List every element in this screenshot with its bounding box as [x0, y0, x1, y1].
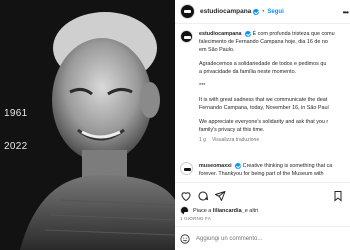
- likes-prefix: Piace a: [193, 207, 212, 214]
- comment-line: Creative thinking is something that ca: [242, 163, 333, 169]
- separator: •: [262, 8, 265, 15]
- caption-line: É com profunda tristeza que comu: [252, 31, 335, 37]
- caption-line: falecimento de Fernando Campana hoje, di…: [199, 39, 328, 45]
- follow-button[interactable]: Segui: [267, 9, 283, 15]
- birth-year: 1961: [4, 108, 28, 119]
- caption-line: ***: [199, 83, 206, 89]
- avatar[interactable]: [180, 4, 195, 19]
- post-photo[interactable]: 1961 2022: [0, 0, 175, 250]
- caption-line: It is with great sadness that we communi…: [199, 97, 328, 103]
- verified-icon: [253, 8, 260, 15]
- translation-link[interactable]: Visualizza traduzione: [212, 137, 259, 143]
- caption: estudiocampana É com profunda tristeza q…: [180, 30, 350, 143]
- action-bar: [175, 182, 350, 206]
- caption-line: Fernando Campana, today, November 16, in…: [199, 105, 329, 111]
- death-year: 2022: [4, 141, 28, 152]
- caption-time: 1 g: [199, 137, 206, 143]
- verified-icon: [235, 162, 242, 169]
- comment: museomaxxi Creative thinking is somethin…: [180, 162, 350, 178]
- comment-line: forever. Thankyou for being part of the …: [199, 171, 324, 177]
- caption-line: em São Paulo.: [199, 47, 235, 53]
- emoji-icon[interactable]: [180, 233, 190, 244]
- comment-username[interactable]: museomaxxi: [199, 163, 232, 169]
- comment-box: [175, 226, 350, 250]
- post-panel: estudiocampana • Segui ••• estudiocampan…: [175, 0, 350, 250]
- caption-avatar[interactable]: [180, 30, 193, 43]
- liker-avatar[interactable]: [180, 206, 191, 215]
- likes-user[interactable]: liliancardia_: [213, 208, 245, 214]
- comment-avatar[interactable]: [180, 162, 193, 175]
- likes-row: Piace a liliancardia_ e altri: [180, 206, 258, 215]
- comment-text: museomaxxi Creative thinking is somethin…: [199, 162, 349, 178]
- caption-meta: 1 g Visualizza traduzione: [199, 137, 350, 143]
- save-icon[interactable]: [332, 189, 344, 202]
- caption-line: family's privacy at this time.: [199, 127, 265, 133]
- comment-icon[interactable]: [197, 189, 209, 201]
- comment-input[interactable]: [196, 235, 346, 242]
- caption-line: Agradecemos a solidariedade de todos e p…: [199, 61, 327, 67]
- caption-line: We appreciate everyone's solidarity and …: [199, 119, 329, 125]
- more-icon[interactable]: •••: [343, 8, 349, 17]
- share-icon[interactable]: [214, 189, 226, 201]
- caption-username[interactable]: estudiocampana: [199, 31, 242, 37]
- caption-line: a privacidade da família neste momento.: [199, 69, 297, 75]
- heart-icon[interactable]: [180, 189, 192, 201]
- likes-suffix[interactable]: e altri: [245, 208, 258, 214]
- post-date: 1 GIORNO FA: [180, 216, 211, 221]
- caption-text: estudiocampana É com profunda tristeza q…: [199, 30, 349, 134]
- username[interactable]: estudiocampana: [200, 8, 251, 15]
- portrait-image: [0, 0, 175, 250]
- post-header: estudiocampana • Segui •••: [175, 0, 350, 24]
- verified-icon: [245, 30, 252, 37]
